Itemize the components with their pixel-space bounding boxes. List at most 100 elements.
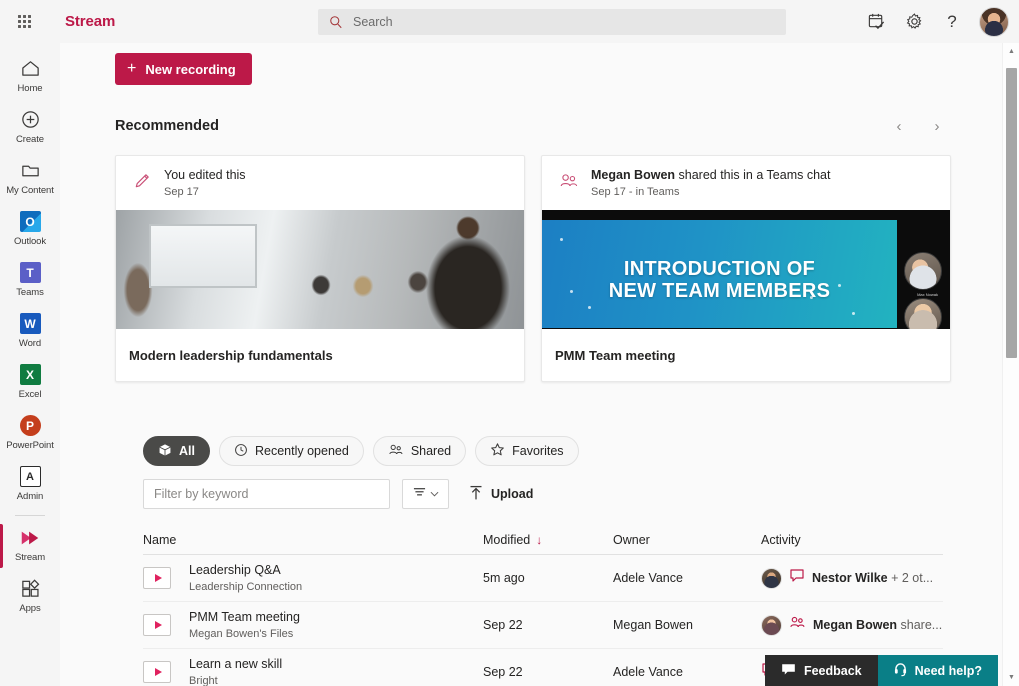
upload-label: Upload: [491, 487, 533, 501]
app-launcher-icon[interactable]: [0, 0, 48, 43]
people-icon: [388, 443, 404, 460]
create-plus-icon: [20, 108, 41, 132]
scroll-down-arrow-icon[interactable]: ▼: [1003, 669, 1019, 686]
cell-modified: Sep 22: [483, 665, 613, 679]
column-header-activity[interactable]: Activity: [761, 533, 943, 547]
header-actions: ?: [859, 0, 1011, 43]
carousel-next-icon[interactable]: ›: [922, 111, 952, 141]
help-icon[interactable]: ?: [935, 5, 969, 39]
sidebar-item-word[interactable]: W Word: [0, 306, 60, 354]
video-location: Leadership Connection: [189, 580, 302, 595]
need-help-button[interactable]: Need help?: [878, 655, 998, 686]
user-avatar[interactable]: [979, 7, 1009, 37]
recommended-card[interactable]: You edited this Sep 17 Modern leadership…: [115, 155, 525, 382]
sidebar-item-stream[interactable]: Stream: [0, 520, 60, 568]
filter-chip-label: Recently opened: [255, 444, 349, 458]
play-icon[interactable]: [143, 661, 171, 683]
rail-divider: [15, 515, 45, 516]
search-input[interactable]: [353, 10, 753, 34]
vertical-scrollbar[interactable]: ▲ ▼: [1002, 43, 1019, 686]
column-label: Owner: [613, 533, 650, 547]
activity-rest: + 2 ot...: [888, 571, 934, 585]
home-icon: [20, 57, 41, 81]
card-thumbnail[interactable]: INTRODUCTION OF NEW TEAM MEMBERS Max Now…: [542, 210, 950, 329]
sort-button[interactable]: [402, 479, 449, 509]
sidebar-item-label: Create: [16, 134, 44, 145]
participant-thumbnail: [904, 252, 942, 290]
activity-text: Nestor Wilke + 2 ot...: [812, 571, 933, 585]
filter-chip-favorites[interactable]: Favorites: [475, 436, 578, 466]
card-activity-verb: shared this in a Teams chat: [675, 168, 830, 182]
cell-name: Leadership Q&A Leadership Connection: [143, 562, 483, 595]
excel-icon: X: [20, 363, 41, 387]
cell-owner: Megan Bowen: [613, 618, 761, 632]
sidebar-item-powerpoint[interactable]: P PowerPoint: [0, 408, 60, 456]
cell-name: Learn a new skill Bright: [143, 656, 483, 686]
sidebar-item-my-content[interactable]: My Content: [0, 153, 60, 201]
top-header: Stream: [0, 0, 1019, 43]
brand-title[interactable]: Stream: [65, 13, 115, 30]
admin-icon: A: [20, 465, 41, 489]
column-header-modified[interactable]: Modified ↓: [483, 533, 613, 547]
activity-actor: Megan Bowen: [813, 618, 897, 632]
video-title[interactable]: Learn a new skill: [189, 656, 282, 673]
card-activity-text: Megan Bowen shared this in a Teams chat …: [591, 167, 830, 200]
cell-owner: Adele Vance: [613, 571, 761, 585]
sort-descending-icon: ↓: [536, 533, 542, 547]
sidebar-item-apps[interactable]: Apps: [0, 571, 60, 619]
carousel-prev-icon[interactable]: ‹: [884, 111, 914, 141]
name-block: PMM Team meeting Megan Bowen's Files: [189, 609, 300, 642]
sidebar-item-home[interactable]: Home: [0, 51, 60, 99]
recommended-card[interactable]: Megan Bowen shared this in a Teams chat …: [541, 155, 951, 382]
scrollbar-thumb[interactable]: [1006, 68, 1017, 358]
filter-chip-group: All Recently opened: [115, 436, 1019, 466]
filter-row: Upload: [115, 479, 1019, 509]
upload-button[interactable]: Upload: [461, 479, 541, 509]
column-label: Activity: [761, 533, 801, 547]
sidebar-item-outlook[interactable]: O Outlook: [0, 204, 60, 252]
waffle-grid: [18, 15, 31, 28]
cell-name: PMM Team meeting Megan Bowen's Files: [143, 609, 483, 642]
video-title[interactable]: Leadership Q&A: [189, 562, 302, 579]
new-recording-button[interactable]: + New recording: [115, 53, 252, 85]
card-activity-sub: Sep 17 - in Teams: [591, 185, 830, 199]
scroll-up-arrow-icon[interactable]: ▲: [1003, 43, 1019, 60]
video-title[interactable]: PMM Team meeting: [189, 609, 300, 626]
column-label: Name: [143, 533, 176, 547]
filter-chip-label: Favorites: [512, 444, 563, 458]
search-box[interactable]: [318, 9, 786, 35]
sidebar-item-excel[interactable]: X Excel: [0, 357, 60, 405]
column-header-name[interactable]: Name: [143, 533, 483, 547]
column-header-owner[interactable]: Owner: [613, 533, 761, 547]
apps-icon: [20, 577, 41, 601]
activity-actor: Nestor Wilke: [812, 571, 888, 585]
activity-rest: share...: [897, 618, 942, 632]
filter-chip-label: Shared: [411, 444, 451, 458]
video-location: Megan Bowen's Files: [189, 627, 300, 642]
filter-keyword-input[interactable]: [143, 479, 390, 509]
word-icon: W: [20, 312, 41, 336]
play-icon[interactable]: [143, 614, 171, 636]
feedback-button[interactable]: Feedback: [765, 655, 878, 686]
slide-title-text: INTRODUCTION OF NEW TEAM MEMBERS: [542, 258, 897, 303]
sidebar-item-create[interactable]: Create: [0, 102, 60, 150]
meet-now-icon[interactable]: [859, 5, 893, 39]
settings-gear-icon[interactable]: [897, 5, 931, 39]
filter-chip-shared[interactable]: Shared: [373, 436, 466, 466]
table-row[interactable]: Leadership Q&A Leadership Connection 5m …: [143, 555, 943, 602]
play-icon[interactable]: [143, 567, 171, 589]
sidebar-item-teams[interactable]: T Teams: [0, 255, 60, 303]
sidebar-item-admin[interactable]: A Admin: [0, 459, 60, 507]
name-block: Leadership Q&A Leadership Connection: [189, 562, 302, 595]
filter-chip-recently-opened[interactable]: Recently opened: [219, 436, 364, 466]
carousel-controls: ‹ ›: [884, 111, 952, 141]
activity-text: Megan Bowen share...: [813, 618, 942, 632]
participant-thumbnail: [904, 298, 942, 329]
table-row[interactable]: PMM Team meeting Megan Bowen's Files Sep…: [143, 602, 943, 649]
filter-chip-all[interactable]: All: [143, 436, 210, 466]
card-thumbnail[interactable]: [116, 210, 524, 329]
feedback-label: Feedback: [804, 664, 862, 678]
chevron-down-icon: [430, 491, 439, 498]
need-help-label: Need help?: [915, 664, 982, 678]
upload-arrow-icon: [469, 485, 483, 504]
